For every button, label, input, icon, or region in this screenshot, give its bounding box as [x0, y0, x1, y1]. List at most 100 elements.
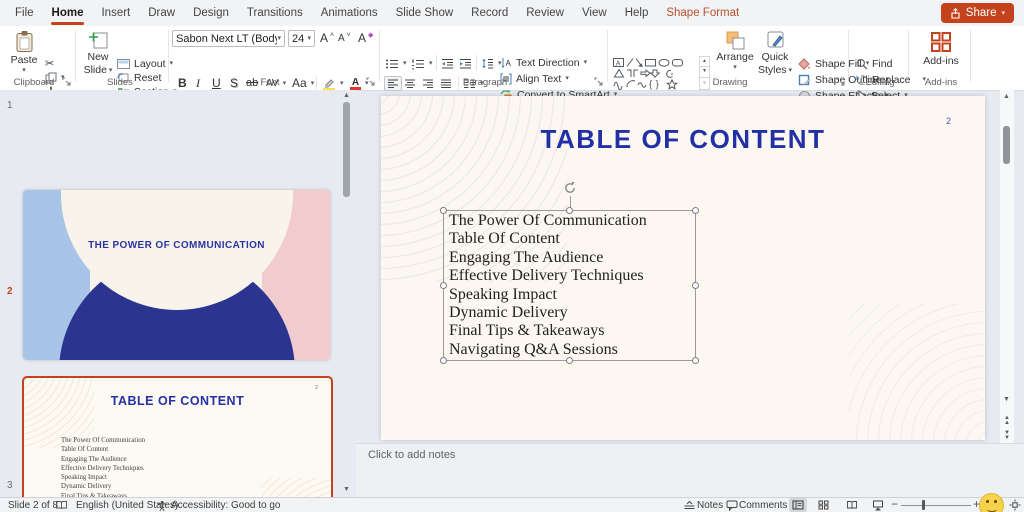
menu-tab-shape-format[interactable]: Shape Format	[657, 0, 748, 26]
layout-button[interactable]: Layout▾	[117, 57, 173, 70]
toc-line[interactable]: Navigating Q&A Sessions	[449, 341, 647, 359]
resize-handle-w[interactable]	[440, 282, 447, 289]
slide-sorter-view-button[interactable]	[814, 498, 832, 512]
notes-pane[interactable]: Click to add notes	[356, 443, 1024, 497]
italic-icon: I	[196, 77, 200, 90]
font-dialog-launcher[interactable]	[366, 77, 375, 86]
menu-tab-review[interactable]: Review	[517, 0, 573, 26]
rotate-handle-icon[interactable]	[563, 181, 577, 195]
font-size-combobox[interactable]: 24 ▾	[288, 30, 315, 47]
add-ins-button[interactable]: Add-ins	[920, 30, 962, 80]
decrease-indent-button[interactable]	[441, 57, 454, 70]
decrease-font-size-button[interactable]: A˅	[338, 32, 351, 45]
bullets-button[interactable]: ▾	[385, 57, 407, 70]
paste-button[interactable]: Paste ▾	[6, 30, 42, 80]
menu-tab-slide-show[interactable]: Slide Show	[387, 0, 463, 26]
resize-handle-e[interactable]	[692, 282, 699, 289]
numbering-icon	[411, 58, 425, 70]
resize-handle-ne[interactable]	[692, 207, 699, 214]
notes-toggle-button[interactable]: Notes	[697, 499, 723, 512]
toc-line: Table Of Content	[61, 445, 145, 454]
toc-line[interactable]: Speaking Impact	[449, 286, 647, 304]
bold-button[interactable]: B	[178, 77, 187, 90]
selected-text-box[interactable]: The Power Of Communication Table Of Cont…	[443, 210, 696, 361]
drawing-dialog-launcher[interactable]	[836, 77, 845, 86]
find-button[interactable]: Find	[856, 57, 892, 70]
toc-line[interactable]: The Power Of Communication	[449, 212, 647, 230]
panel-scroll-up-icon[interactable]: ▲	[343, 92, 350, 99]
menu-tab-design[interactable]: Design	[184, 0, 238, 26]
notes-placeholder[interactable]: Click to add notes	[368, 449, 455, 461]
fit-to-window-button[interactable]	[1006, 498, 1024, 512]
text-direction-button[interactable]: A Text Direction▾	[500, 56, 587, 69]
toc-line[interactable]: Table Of Content	[449, 230, 647, 248]
resize-handle-sw[interactable]	[440, 357, 447, 364]
underline-button[interactable]: U	[212, 77, 221, 90]
thumbnail-slide-1[interactable]: THE POWER OF COMMUNICATION	[23, 190, 330, 360]
numbering-button[interactable]: ▾	[411, 57, 433, 70]
justify-button[interactable]	[440, 77, 452, 90]
menu-tab-record[interactable]: Record	[462, 0, 517, 26]
zoom-out-button[interactable]: −	[891, 498, 898, 511]
panel-scrollbar-thumb[interactable]	[343, 102, 350, 197]
reading-view-button[interactable]	[843, 498, 861, 512]
editor-scroll-down-icon[interactable]: ▼	[1003, 396, 1010, 403]
paragraph-dialog-launcher[interactable]	[594, 77, 603, 86]
increase-indent-button[interactable]	[459, 57, 472, 70]
menu-tab-home[interactable]: Home	[43, 0, 93, 26]
highlight-color-button[interactable]: ▾	[322, 77, 344, 90]
editing-group-label: Editing	[852, 77, 908, 88]
menu-tab-insert[interactable]: Insert	[92, 0, 139, 26]
normal-view-button[interactable]	[789, 498, 807, 512]
slideshow-view-button[interactable]	[869, 498, 887, 512]
editor-scrollbar-thumb[interactable]	[1003, 126, 1010, 164]
text-shadow-button[interactable]: S	[230, 77, 238, 90]
slide-canvas[interactable]: TABLE OF CONTENT 2 The Power Of Communic…	[381, 96, 985, 440]
italic-button[interactable]: I	[196, 77, 200, 90]
cut-button[interactable]: ✂	[45, 57, 54, 70]
toc-line[interactable]: Engaging The Audience	[449, 249, 647, 267]
zoom-slider-track[interactable]	[901, 505, 971, 506]
menu-tab-file[interactable]: File	[6, 0, 43, 26]
slide-title[interactable]: TABLE OF CONTENT	[381, 124, 985, 155]
toc-line[interactable]: Effective Delivery Techniques	[449, 267, 647, 285]
new-slide-button[interactable]: New Slide▾	[80, 30, 116, 80]
line-spacing-button[interactable]: ▾	[481, 57, 502, 70]
toc-line[interactable]: Final Tips & Takeaways	[449, 322, 647, 340]
gallery-up-icon[interactable]: ▲	[699, 56, 710, 67]
thumbnail-slide-2-selected[interactable]: TABLE OF CONTENT 2 The Power Of Communic…	[22, 376, 333, 497]
spellcheck-book-icon[interactable]	[55, 500, 68, 510]
arrange-button[interactable]: Arrange ▾	[716, 30, 754, 80]
menu-tab-animations[interactable]: Animations	[312, 0, 387, 26]
align-center-button[interactable]	[404, 77, 416, 90]
increase-font-size-button[interactable]: A˄	[320, 32, 334, 45]
resize-handle-se[interactable]	[692, 357, 699, 364]
toc-text-content[interactable]: The Power Of Communication Table Of Cont…	[449, 212, 647, 359]
quick-styles-button[interactable]: Quick Styles▾	[756, 30, 794, 80]
clear-formatting-button[interactable]: A◆	[358, 32, 373, 45]
chevron-down-icon: ▾	[403, 60, 407, 67]
menu-tab-help[interactable]: Help	[616, 0, 658, 26]
font-name-value: Sabon Next LT (Body)	[176, 33, 277, 45]
align-right-button[interactable]	[422, 77, 434, 90]
panel-scroll-down-icon[interactable]: ▼	[343, 486, 350, 493]
menu-tab-transitions[interactable]: Transitions	[238, 0, 312, 26]
next-slide-button[interactable]: ▼▼	[1001, 431, 1013, 440]
shapes-gallery[interactable]: A {}	[612, 56, 696, 90]
share-icon	[950, 8, 961, 19]
accessibility-status[interactable]: Accessibility: Good to go	[171, 499, 281, 512]
menu-tab-draw[interactable]: Draw	[139, 0, 184, 26]
group-divider	[379, 30, 380, 82]
share-button[interactable]: Share ▾	[941, 3, 1014, 23]
toc-line[interactable]: Dynamic Delivery	[449, 304, 647, 322]
feedback-smiley-icon[interactable]	[979, 493, 1004, 512]
font-name-combobox[interactable]: Sabon Next LT (Body) ▾	[172, 30, 285, 47]
zoom-slider-thumb[interactable]	[922, 500, 925, 510]
previous-slide-button[interactable]: ▲▲	[1001, 416, 1013, 425]
resize-handle-nw[interactable]	[440, 207, 447, 214]
menu-tab-view[interactable]: View	[573, 0, 616, 26]
comments-button[interactable]: Comments	[739, 499, 787, 512]
editor-scroll-up-icon[interactable]: ▲	[1003, 93, 1010, 100]
align-left-button[interactable]	[384, 76, 402, 91]
clipboard-dialog-launcher[interactable]	[62, 77, 71, 86]
